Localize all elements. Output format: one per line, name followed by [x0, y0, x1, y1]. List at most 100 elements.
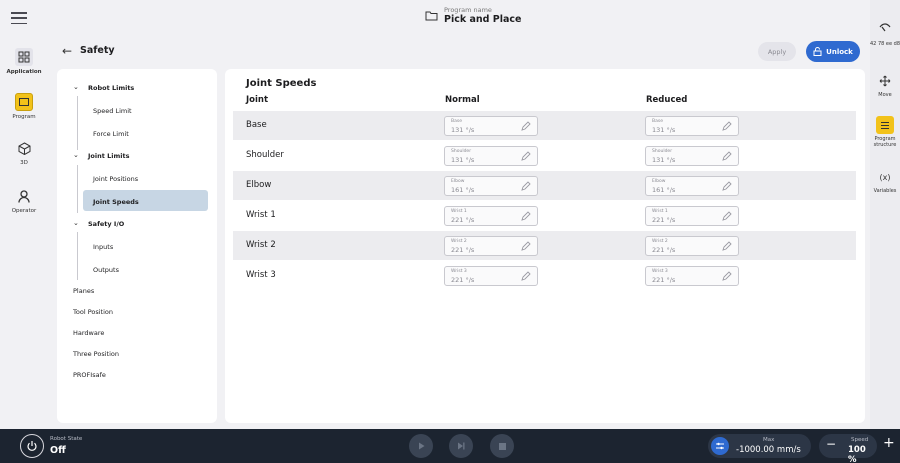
rail-3d[interactable]: 3D [0, 139, 48, 166]
list-icon [876, 116, 894, 134]
safety-nav-panel [57, 69, 217, 423]
left-rail: Application Program 3D Operator [0, 36, 48, 429]
program-name-display[interactable]: Program name Pick and Place [425, 7, 521, 25]
reduced-speed-field[interactable]: Base 131 °/s [645, 116, 739, 136]
nav-three-position[interactable]: Three Position [73, 350, 119, 358]
normal-speed-field[interactable]: Shoulder 131 °/s [444, 146, 538, 166]
rail-tcp-code: 42 78 ee d8 [870, 41, 900, 47]
field-label: Base [652, 119, 663, 124]
play-button[interactable] [409, 434, 433, 458]
rail-program[interactable]: Program [0, 93, 48, 120]
field-value: 221 °/s [652, 216, 676, 224]
nav-inputs[interactable]: Inputs [93, 243, 113, 251]
robot-state-label: Robot State [50, 436, 83, 442]
unlock-button[interactable]: Unlock [806, 41, 860, 62]
field-value: 221 °/s [652, 246, 676, 254]
pencil-icon [521, 181, 531, 191]
reduced-speed-field[interactable]: Wrist 2 221 °/s [645, 236, 739, 256]
rail-move-label: Move [878, 92, 892, 98]
joint-name: Wrist 3 [246, 270, 276, 280]
field-label: Wrist 2 [652, 239, 668, 244]
variable-icon: (x) [879, 172, 891, 182]
pencil-icon [722, 271, 732, 281]
field-label: Base [451, 119, 462, 124]
play-icon [419, 442, 425, 450]
rail-pointer[interactable] [870, 18, 900, 38]
normal-speed-field[interactable]: Wrist 1 221 °/s [444, 206, 538, 226]
rail-application[interactable]: Application [0, 48, 48, 75]
field-label: Wrist 1 [652, 209, 668, 214]
rail-program-label: Program [12, 114, 36, 120]
field-label: Shoulder [652, 149, 673, 154]
chevron-down-icon[interactable]: ⌄ [73, 83, 79, 91]
nav-speed-limit[interactable]: Speed Limit [93, 107, 132, 115]
field-value: 131 °/s [652, 156, 676, 164]
max-speed-control[interactable]: Max -1000.00 mm/s [708, 434, 811, 458]
table-row: Wrist 2 Wrist 2 221 °/s Wrist 2 221 °/s [233, 231, 856, 260]
pointer-icon [876, 18, 894, 36]
apply-button[interactable]: Apply [758, 42, 796, 61]
field-value: 221 °/s [451, 246, 475, 254]
rail-move[interactable]: Move [870, 72, 900, 98]
reduced-speed-field[interactable]: Wrist 3 221 °/s [645, 266, 739, 286]
lock-icon [813, 47, 822, 56]
joint-name: Shoulder [246, 150, 284, 160]
step-button[interactable] [449, 434, 473, 458]
speed-increase-button[interactable]: + [883, 435, 895, 451]
move-icon [876, 72, 894, 90]
nav-joint-positions[interactable]: Joint Positions [93, 175, 138, 183]
reduced-speed-field[interactable]: Shoulder 131 °/s [645, 146, 739, 166]
pencil-icon [722, 181, 732, 191]
col-header-normal: Normal [445, 95, 480, 105]
pencil-icon [722, 121, 732, 131]
nav-tree-line [77, 165, 78, 213]
nav-planes[interactable]: Planes [73, 287, 94, 295]
power-button[interactable] [20, 434, 44, 458]
field-value: 161 °/s [451, 186, 475, 194]
folder-icon [425, 11, 438, 21]
nav-outputs[interactable]: Outputs [93, 266, 119, 274]
table-row: Base Base 131 °/s Base 131 °/s [233, 111, 856, 140]
field-value: 221 °/s [451, 216, 475, 224]
rail-operator[interactable]: Operator [0, 187, 48, 214]
rail-operator-label: Operator [11, 208, 37, 214]
rail-application-label: Application [6, 69, 42, 75]
pencil-icon [722, 151, 732, 161]
back-arrow-icon[interactable]: ← [62, 44, 72, 58]
right-rail: 42 78 ee d8 Move Program structure (x) V… [870, 0, 900, 429]
normal-speed-field[interactable]: Base 131 °/s [444, 116, 538, 136]
nav-tool-position[interactable]: Tool Position [73, 308, 113, 316]
reduced-speed-field[interactable]: Elbow 161 °/s [645, 176, 739, 196]
page-title: Safety [80, 45, 115, 56]
field-label: Shoulder [451, 149, 472, 154]
nav-robot-limits[interactable]: Robot Limits [88, 84, 134, 92]
reduced-speed-field[interactable]: Wrist 1 221 °/s [645, 206, 739, 226]
rail-program-structure[interactable]: Program structure [870, 116, 900, 148]
normal-speed-field[interactable]: Wrist 3 221 °/s [444, 266, 538, 286]
nav-joint-speeds[interactable]: Joint Speeds [93, 198, 139, 206]
nav-joint-limits[interactable]: Joint Limits [88, 152, 129, 160]
rail-variables[interactable]: (x) Variables [870, 168, 900, 195]
field-label: Elbow [652, 179, 666, 184]
normal-speed-field[interactable]: Elbow 161 °/s [444, 176, 538, 196]
robot-state-value: Off [50, 445, 66, 456]
nav-safety-io[interactable]: Safety I/O [88, 220, 124, 228]
pencil-icon [722, 241, 732, 251]
joint-name: Wrist 2 [246, 240, 276, 250]
chevron-down-icon[interactable]: ⌄ [73, 219, 79, 227]
table-row: Elbow Elbow 161 °/s Elbow 161 °/s [233, 171, 856, 200]
nav-profisafe[interactable]: PROFIsafe [73, 371, 106, 379]
field-value: 221 °/s [652, 276, 676, 284]
field-label: Elbow [451, 179, 465, 184]
table-row: Shoulder Shoulder 131 °/s Shoulder 131 °… [233, 141, 856, 170]
nav-force-limit[interactable]: Force Limit [93, 130, 129, 138]
speed-decrease-button[interactable]: − [826, 437, 836, 451]
field-value: 131 °/s [652, 126, 676, 134]
menu-icon[interactable] [10, 9, 28, 27]
content-title: Joint Speeds [246, 78, 317, 89]
normal-speed-field[interactable]: Wrist 2 221 °/s [444, 236, 538, 256]
nav-hardware[interactable]: Hardware [73, 329, 104, 337]
chevron-down-icon[interactable]: ⌄ [73, 151, 79, 159]
max-value: -1000.00 mm/s [736, 445, 801, 455]
stop-button[interactable] [490, 434, 514, 458]
